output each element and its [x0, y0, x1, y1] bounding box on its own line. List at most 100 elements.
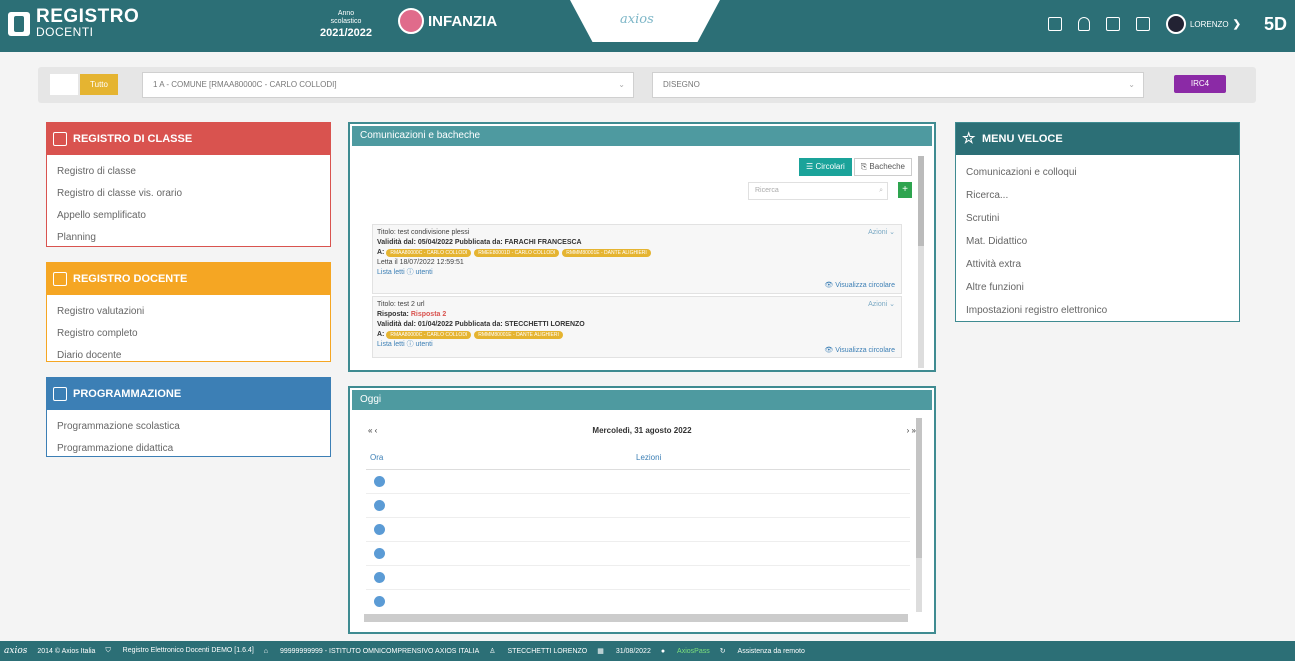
avatar — [1165, 14, 1186, 34]
user-name: LORENZO — [1189, 19, 1229, 29]
registro-docente-header[interactable]: REGISTRO DOCENTE — [47, 263, 330, 295]
info-icon[interactable] — [374, 524, 385, 535]
school-year-value: 2021/2022 — [320, 27, 372, 39]
menu-item-registro-completo[interactable]: Registro completo — [57, 323, 320, 345]
programmazione-panel: PROGRAMMAZIONE Programmazione scolastica… — [46, 377, 331, 457]
brand-title: REGISTRO — [36, 6, 140, 27]
bell-icon[interactable] — [1077, 17, 1090, 31]
subject-select[interactable]: DISEGNO ⌄ — [652, 72, 1144, 98]
info-icon[interactable] — [374, 548, 385, 559]
footer-logo: axios — [4, 646, 28, 656]
tutto-button[interactable]: Tutto — [80, 74, 118, 95]
menu-item-scrutini[interactable]: Scrutini — [966, 207, 1229, 230]
menu-item-appello[interactable]: Appello semplificato — [57, 205, 320, 227]
menu-item-registro-classe-orario[interactable]: Registro di classe vis. orario — [57, 183, 320, 205]
card-validita: Validità dal: 01/04/2022 Pubblicata da: … — [377, 321, 585, 328]
col-ora: Ora — [370, 453, 384, 462]
table-row — [366, 566, 910, 590]
registro-logo-icon — [8, 12, 30, 36]
assistenza-link[interactable]: ↻ Assistenza da remoto — [720, 647, 805, 655]
menu-item-impostazioni[interactable]: Impostazioni registro elettronico — [966, 299, 1229, 322]
user-menu[interactable]: LORENZO ❯ — [1165, 14, 1241, 34]
axios-tab[interactable]: axios — [570, 0, 720, 42]
school-section[interactable]: INFANZIA — [398, 8, 497, 34]
class-select-value: 1 A - COMUNE [RMAA80000C - CARLO COLLODI… — [153, 80, 337, 89]
scrollbar[interactable] — [916, 418, 922, 612]
news-icon[interactable] — [1047, 17, 1062, 31]
calendar-icon[interactable] — [1135, 17, 1150, 31]
comunicazioni-panel: Comunicazioni e bacheche ☰ Circolari ⎘ B… — [348, 122, 936, 372]
menu-item-prog-scolastica[interactable]: Programmazione scolastica — [57, 416, 320, 438]
menu-veloce-panel: ☆ MENU VELOCE Comunicazioni e colloqui R… — [955, 122, 1240, 322]
subject-select-value: DISEGNO — [663, 80, 700, 89]
col-lezioni: Lezioni — [636, 453, 662, 462]
star-icon: ☆ — [962, 130, 976, 147]
add-button[interactable]: + — [898, 182, 912, 198]
info-icon: ⓘ — [406, 269, 414, 276]
chevron-down-icon: ⌄ — [618, 80, 625, 89]
lista-letti-link[interactable]: Lista letti ⓘ utenti — [377, 340, 897, 350]
visualizza-circolare-link[interactable]: 👁 Visualizza circolare — [824, 346, 895, 356]
scrollbar[interactable] — [918, 156, 924, 368]
lista-letti-link[interactable]: Lista letti ⓘ utenti — [377, 268, 897, 278]
oggi-panel: Oggi « ‹ Mercoledì, 31 agosto 2022 › » O… — [348, 386, 936, 634]
top-icons: LORENZO ❯ — [1047, 14, 1241, 34]
menu-item-diario-docente[interactable]: Diario docente — [57, 345, 320, 367]
menu-item-prog-didattica[interactable]: Programmazione didattica — [57, 438, 320, 460]
search-icon: ⌕ — [879, 187, 883, 194]
app-brand[interactable]: REGISTRO DOCENTI — [8, 6, 140, 39]
tab-circolari[interactable]: ☰ Circolari — [799, 158, 852, 176]
mail-icon[interactable] — [1105, 17, 1120, 31]
menu-item-registro-classe[interactable]: Registro di classe — [57, 161, 320, 183]
circolare-card: Titolo: test condivisione plessi Validit… — [372, 224, 902, 294]
card-title: Titolo: test condivisione plessi — [377, 229, 470, 236]
info-icon[interactable] — [374, 500, 385, 511]
menu-item-mat-didattico[interactable]: Mat. Didattico — [966, 230, 1229, 253]
visualizza-circolare-link[interactable]: 👁 Visualizza circolare — [824, 281, 895, 291]
irc-button[interactable]: IRC4 — [1174, 75, 1226, 93]
axios-logo: axios — [620, 12, 654, 27]
footer-school: ⌂ 99999999999 - ISTITUTO OMNICOMPRENSIVO… — [263, 647, 480, 655]
horizontal-scrollbar[interactable] — [364, 614, 908, 622]
chevron-down-icon: ❯ — [1232, 18, 1241, 30]
info-icon[interactable] — [374, 572, 385, 583]
next-day-button[interactable]: › » — [907, 426, 916, 435]
registro-classe-header[interactable]: REGISTRO DI CLASSE — [47, 123, 330, 155]
card-a-label: A: — [377, 331, 385, 338]
book-icon — [53, 132, 67, 146]
card-validita: Validità dal: 05/04/2022 Pubblicata da: … — [377, 239, 582, 246]
user-initials[interactable]: 5D — [1264, 14, 1287, 35]
panel-title: PROGRAMMAZIONE — [73, 388, 182, 400]
recipient-chip: RMMM80001E - DANTE ALIGHIERI — [562, 249, 651, 257]
menu-item-valutazioni[interactable]: Registro valutazioni — [57, 301, 320, 323]
menu-item-attivita-extra[interactable]: Attività extra — [966, 253, 1229, 276]
date-navigator: « ‹ Mercoledì, 31 agosto 2022 › » — [368, 426, 916, 438]
search-placeholder: Ricerca — [755, 187, 779, 194]
menu-item-comunicazioni[interactable]: Comunicazioni e colloqui — [966, 161, 1229, 184]
table-row — [366, 494, 910, 518]
card-title: Titolo: test 2 url — [377, 301, 425, 308]
menu-item-altre-funzioni[interactable]: Altre funzioni — [966, 276, 1229, 299]
card-risposta-value: Risposta 2 — [410, 311, 447, 318]
tab-bacheche[interactable]: ⎘ Bacheche — [853, 158, 912, 176]
footer-copyright: 2014 © Axios Italia — [37, 647, 96, 655]
oggi-header: Oggi — [352, 390, 932, 410]
programmazione-header[interactable]: PROGRAMMAZIONE — [47, 378, 330, 410]
school-year[interactable]: Anno scolastico 2021/2022 — [320, 10, 372, 40]
filter-toggle[interactable] — [50, 74, 78, 95]
brand-subtitle: DOCENTI — [36, 25, 94, 39]
card-a-label: A: — [377, 249, 385, 256]
menu-item-planning[interactable]: Planning — [57, 227, 320, 249]
info-icon[interactable] — [374, 476, 385, 487]
azioni-dropdown[interactable]: Azioni ⌄ — [868, 228, 895, 238]
search-input[interactable]: Ricerca ⌕ — [748, 182, 888, 200]
table-header: Ora Lezioni — [366, 446, 910, 470]
menu-item-ricerca[interactable]: Ricerca... — [966, 184, 1229, 207]
info-icon[interactable] — [374, 596, 385, 607]
class-select[interactable]: 1 A - COMUNE [RMAA80000C - CARLO COLLODI… — [142, 72, 634, 98]
table-row — [366, 470, 910, 494]
current-date: Mercoledì, 31 agosto 2022 — [592, 426, 692, 435]
axiospass-link[interactable]: ● AxiosPass — [661, 648, 710, 655]
azioni-dropdown[interactable]: Azioni ⌄ — [868, 300, 895, 310]
panel-title: REGISTRO DOCENTE — [73, 273, 188, 285]
